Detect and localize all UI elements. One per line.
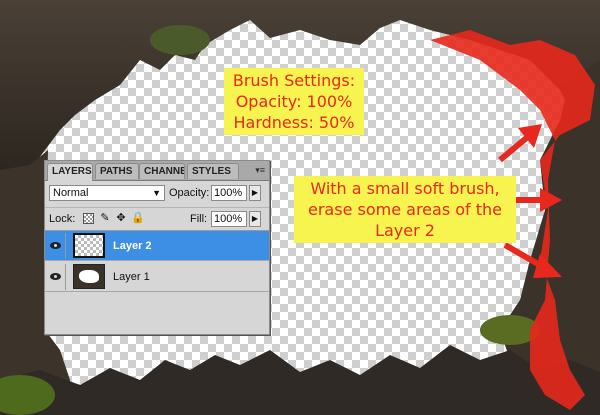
eye-icon bbox=[50, 273, 61, 280]
canvas[interactable]: Brush Settings: Opacity: 100% Hardness: … bbox=[0, 0, 600, 415]
note-line: With a small soft brush, bbox=[310, 179, 500, 198]
note-line: Brush Settings: bbox=[232, 71, 356, 90]
tab-styles[interactable]: STYLES bbox=[187, 163, 239, 179]
opacity-slider-arrow-icon[interactable]: ▶ bbox=[249, 185, 261, 201]
lock-row: Lock: ✎ ✥ 🔒 Fill: 100% ▶ bbox=[45, 207, 269, 230]
layer-list: Layer 2 Layer 1 bbox=[45, 230, 269, 334]
visibility-toggle[interactable] bbox=[47, 264, 66, 290]
panel-tabbar: LAYERS PATHS CHANNE STYLES ▾≡ bbox=[45, 161, 269, 181]
layers-panel: LAYERS PATHS CHANNE STYLES ▾≡ Normal ▼ O… bbox=[44, 160, 270, 335]
lock-position-move-icon[interactable]: ✥ bbox=[115, 212, 127, 224]
lock-paint-brush-icon[interactable]: ✎ bbox=[99, 212, 111, 224]
chevron-down-icon: ▼ bbox=[152, 188, 161, 198]
layer-thumbnail bbox=[73, 264, 105, 289]
brush-settings-note: Brush Settings: Opacity: 100% Hardness: … bbox=[224, 68, 364, 135]
tab-channels[interactable]: CHANNE bbox=[139, 163, 185, 179]
layer-row-layer-1[interactable]: Layer 1 bbox=[45, 262, 269, 292]
tab-layers[interactable]: LAYERS bbox=[47, 163, 93, 181]
layer-thumbnail bbox=[73, 233, 105, 258]
lock-transparent-icon[interactable] bbox=[83, 213, 94, 224]
fill-slider-arrow-icon[interactable]: ▶ bbox=[249, 211, 261, 227]
note-line: Layer 2 bbox=[375, 221, 435, 240]
instruction-note: With a small soft brush, erase some area… bbox=[294, 176, 516, 243]
note-line: Hardness: 50% bbox=[233, 113, 355, 132]
blend-mode-value: Normal bbox=[53, 187, 89, 199]
layer-row-layer-2[interactable]: Layer 2 bbox=[45, 231, 269, 261]
layer-name: Layer 2 bbox=[113, 240, 152, 252]
note-line: Opacity: 100% bbox=[235, 92, 353, 111]
moss-top bbox=[150, 25, 210, 55]
layer-name: Layer 1 bbox=[113, 271, 150, 283]
eye-icon bbox=[50, 242, 61, 249]
blend-mode-select[interactable]: Normal ▼ bbox=[49, 185, 165, 201]
rock-bottom bbox=[0, 345, 600, 415]
tab-paths[interactable]: PATHS bbox=[95, 163, 139, 179]
fill-label: Fill: bbox=[190, 213, 208, 225]
lock-label: Lock: bbox=[49, 213, 76, 225]
note-line: erase some areas of the bbox=[308, 200, 502, 219]
blend-row: Normal ▼ Opacity: 100% ▶ bbox=[45, 183, 269, 205]
lock-all-padlock-icon[interactable]: 🔒 bbox=[131, 212, 145, 224]
opacity-label: Opacity: bbox=[169, 187, 210, 199]
visibility-toggle[interactable] bbox=[47, 233, 66, 259]
fill-input[interactable]: 100% bbox=[211, 211, 247, 227]
panel-menu-icon[interactable]: ▾≡ bbox=[255, 165, 265, 176]
opacity-input[interactable]: 100% bbox=[211, 185, 247, 201]
